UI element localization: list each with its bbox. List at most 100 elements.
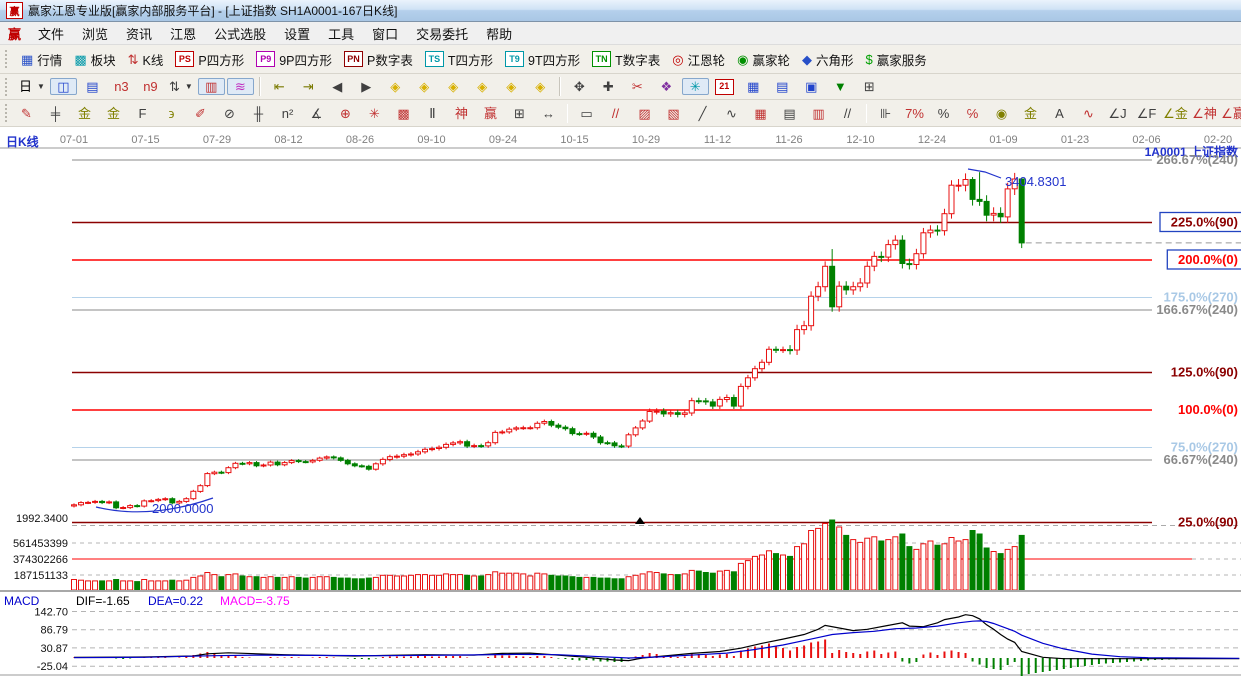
number-grid-button[interactable]: ⊞ <box>506 105 533 122</box>
square-fan-button[interactable]: ▨ <box>631 105 658 122</box>
gann-stretch-button[interactable]: ◈ <box>527 78 554 95</box>
save-button[interactable]: ▣ <box>798 78 825 95</box>
percent-line-button[interactable]: ℅ <box>959 105 986 122</box>
gann-move-right-button[interactable]: ◈ <box>411 78 438 95</box>
gann-shrink-button[interactable]: ◈ <box>498 78 525 95</box>
gann-widen-button[interactable]: ◈ <box>469 78 496 95</box>
red-table-2-button[interactable]: ▥ <box>805 105 832 122</box>
trend-window-button[interactable]: ◫ <box>50 78 77 95</box>
9p-square-button[interactable]: P99P四方形 <box>250 48 338 71</box>
measure-button[interactable]: ✂ <box>624 78 651 95</box>
spiral-button[interactable]: ϶ <box>158 105 185 122</box>
p-number-table-button[interactable]: PNP数字表 <box>338 48 419 71</box>
mini-bars-9-button[interactable]: n9 <box>137 78 164 95</box>
star-web-icon: ✳ <box>369 107 380 120</box>
span-measure-button[interactable]: ↔ <box>535 105 562 122</box>
menu-item-news[interactable]: 资讯 <box>117 22 161 45</box>
jump-last-button[interactable]: ⇥ <box>295 78 322 95</box>
page-back-button[interactable]: ◀ <box>324 78 351 95</box>
angle-ying-button[interactable]: ∠赢 <box>1220 105 1241 122</box>
notepad-button[interactable]: ▤ <box>769 78 796 95</box>
9p-square-label: 9P四方形 <box>279 50 332 69</box>
fan-lines-button[interactable]: // <box>602 105 629 122</box>
rect-tool-button[interactable]: ▭ <box>573 105 600 122</box>
menu-item-help[interactable]: 帮助 <box>477 22 521 45</box>
scale-ruler-button[interactable]: ⊪ <box>872 105 899 122</box>
brush-button[interactable]: ✎ <box>13 105 40 122</box>
gold-grid-2-button[interactable]: 金 <box>100 105 127 122</box>
candle-type-button[interactable]: ⇅▼ <box>166 78 196 95</box>
winner-service-button[interactable]: $赢家服务 <box>859 48 932 71</box>
angle-mark-button[interactable]: ∡ <box>303 105 330 122</box>
gold-grid-button[interactable]: 金 <box>71 105 98 122</box>
calendar-21-button[interactable]: 21 <box>711 77 738 97</box>
menu-item-tools[interactable]: 工具 <box>319 22 363 45</box>
mini-bars-9-icon: n9 <box>143 80 157 93</box>
gann-wheel-button[interactable]: ◎江恩轮 <box>666 48 731 71</box>
trend-line-button[interactable]: ╱ <box>689 105 716 122</box>
grid-tool-button[interactable]: ╪ <box>42 105 69 122</box>
slash-set-button[interactable]: // <box>834 105 861 122</box>
red-table-icon: ▦ <box>754 107 766 120</box>
black-table-button[interactable]: ▤ <box>776 105 803 122</box>
hexagon-button[interactable]: ◆六角形 <box>796 48 860 71</box>
percent-button[interactable]: % <box>930 105 957 122</box>
angle-j-button[interactable]: ∠J <box>1104 105 1131 122</box>
spider-web-button[interactable]: ▩ <box>390 105 417 122</box>
angle-gold-button[interactable]: ∠金 <box>1162 105 1189 122</box>
seal-button[interactable]: ❖ <box>653 78 680 95</box>
red-table-button[interactable]: ▦ <box>747 105 774 122</box>
red-brush-button[interactable]: ✐ <box>187 105 214 122</box>
web-export-button[interactable]: ▼ <box>827 78 854 95</box>
period-day-button[interactable]: 日▼ <box>16 78 48 95</box>
quotes-button[interactable]: ▦行情 <box>15 48 68 71</box>
menu-item-settings[interactable]: 设置 <box>275 22 319 45</box>
ying-grid-button[interactable]: 赢 <box>477 105 504 122</box>
menu-item-gann[interactable]: 江恩 <box>161 22 205 45</box>
9t-square-button[interactable]: T99T四方形 <box>499 48 586 71</box>
gold-egg-button[interactable]: ◉ <box>988 105 1015 122</box>
menu-item-trade-order[interactable]: 交易委托 <box>407 22 477 45</box>
star-web-button[interactable]: ✳ <box>361 105 388 122</box>
brush-a-button[interactable]: A <box>1046 105 1073 122</box>
winner-wheel-button[interactable]: ◉赢家轮 <box>731 48 796 71</box>
menu-item-browse[interactable]: 浏览 <box>73 22 117 45</box>
smart-brain-button[interactable]: ✳ <box>682 78 709 95</box>
price-volume-dist-button[interactable]: ≋ <box>227 78 254 95</box>
gold-level-button[interactable]: 金 <box>1017 105 1044 122</box>
chart-area[interactable]: 07-0107-1507-2908-1208-2609-1009-2410-15… <box>0 127 1241 676</box>
dense-grid-button[interactable]: ╫ <box>245 105 272 122</box>
crosshair-button[interactable]: ✚ <box>595 78 622 95</box>
menu-item-formula-stock-pick[interactable]: 公式选股 <box>205 22 275 45</box>
wave-line-button[interactable]: ∿ <box>718 105 745 122</box>
gann-move-left-button[interactable]: ◈ <box>382 78 409 95</box>
info-panel-button[interactable]: ▤ <box>79 78 106 95</box>
kline-panel-button[interactable]: ▥ <box>198 78 225 95</box>
wave-a-button[interactable]: ∿ <box>1075 105 1102 122</box>
gann-narrow-button[interactable]: ◈ <box>440 78 467 95</box>
shen-grid-button[interactable]: 神 <box>448 105 475 122</box>
circle-grid-button[interactable]: ⊘ <box>216 105 243 122</box>
jump-first-button[interactable]: ⇤ <box>266 78 293 95</box>
p-square-button[interactable]: PSP四方形 <box>169 48 250 71</box>
f-grid-button[interactable]: F <box>129 105 156 122</box>
page-forward-button[interactable]: ▶ <box>353 78 380 95</box>
t-number-table-button[interactable]: TNT数字表 <box>586 48 666 71</box>
pct-7-button[interactable]: 7% <box>901 105 928 122</box>
sectors-button[interactable]: ▩板块 <box>68 48 121 71</box>
mini-bars-3-button[interactable]: n3 <box>108 78 135 95</box>
n-square-button[interactable]: n² <box>274 105 301 122</box>
menu-item-file[interactable]: 文件 <box>29 22 73 45</box>
circle-cross-button[interactable]: ⊕ <box>332 105 359 122</box>
pillar-button[interactable]: Ⅱ <box>419 105 446 122</box>
menu-item-window[interactable]: 窗口 <box>363 22 407 45</box>
t-square-button[interactable]: TST四方形 <box>419 48 499 71</box>
calculator-button[interactable]: ▦ <box>740 78 767 95</box>
angle-j-icon: ∠J <box>1108 107 1126 120</box>
kline-button[interactable]: ⇅K线 <box>122 48 170 71</box>
box-fan-button[interactable]: ▧ <box>660 105 687 122</box>
angle-shen-button[interactable]: ∠神 <box>1191 105 1218 122</box>
angle-f-button[interactable]: ∠F <box>1133 105 1160 122</box>
print-button[interactable]: ⊞ <box>856 78 883 95</box>
pan-hand-button[interactable]: ✥ <box>566 78 593 95</box>
